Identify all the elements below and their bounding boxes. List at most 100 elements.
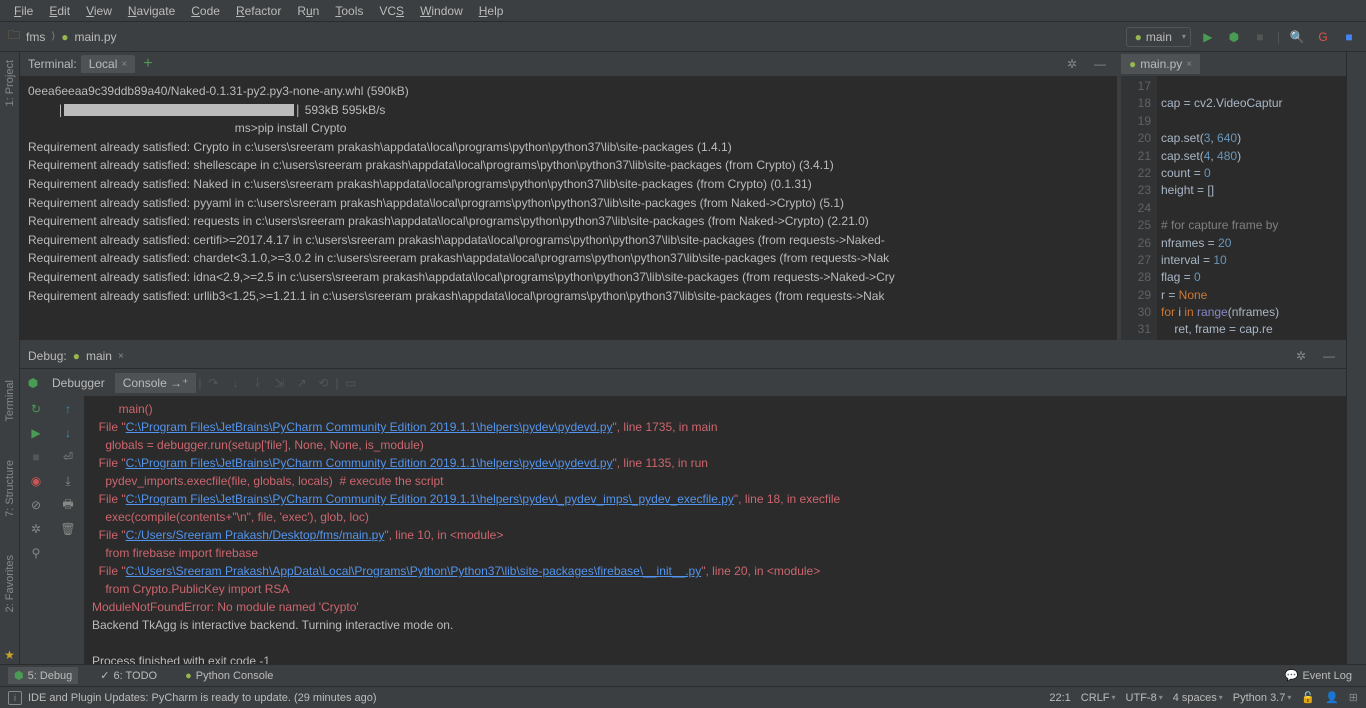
mute-breakpoints-icon[interactable]: ⊘ (27, 496, 45, 514)
force-step-icon[interactable]: ⇲ (270, 373, 290, 393)
menu-help[interactable]: Help (471, 2, 512, 20)
menu-file[interactable]: File (6, 2, 41, 20)
star-icon: ★ (1, 646, 19, 664)
chevron-right-icon: ⟩ (51, 31, 55, 42)
traceback-link[interactable]: C:/Users/Sreeram Prakash/Desktop/fms/mai… (126, 528, 385, 542)
breadcrumb: 🗀 fms ⟩ ● main.py (8, 26, 117, 47)
traceback-link[interactable]: C:\Program Files\JetBrains\PyCharm Commu… (126, 492, 734, 506)
search-web-icon[interactable]: G (1314, 28, 1332, 46)
hector-icon[interactable]: 👤 (1325, 691, 1339, 704)
debug-config-name: main (86, 349, 112, 363)
minimize-icon[interactable]: — (1320, 347, 1338, 365)
menu-edit[interactable]: Edit (41, 2, 78, 20)
stop-icon[interactable]: ■ (27, 448, 45, 466)
scroll-end-icon[interactable]: ⤓ (59, 472, 77, 490)
clear-icon[interactable]: 🗑 (59, 520, 77, 538)
left-tool-strip: 1: Project Terminal 7: Structure 2: Favo… (0, 52, 20, 664)
resume-icon[interactable]: ▶ (27, 424, 45, 442)
interpreter[interactable]: Python 3.7 ▾ (1233, 692, 1292, 704)
terminal-output[interactable]: 0eea6eeaa9c39ddb89a40/Naked-0.1.31-py2.p… (20, 76, 1117, 340)
folder-icon: 🗀 (8, 26, 20, 47)
breadcrumb-file[interactable]: main.py (75, 30, 117, 44)
close-icon[interactable]: × (121, 59, 127, 70)
step-over-icon[interactable]: ↷ (204, 373, 224, 393)
print-icon[interactable]: 🖶 (59, 496, 77, 514)
debug-button[interactable]: ⬢ (1225, 28, 1243, 46)
search-icon[interactable]: 🔍 (1288, 28, 1306, 46)
soft-wrap-icon[interactable]: ⏎ (59, 448, 77, 466)
traceback-link[interactable]: C:\Users\Sreeram Prakash\AppData\Local\P… (126, 564, 702, 578)
menu-bar: File Edit View Navigate Code Refactor Ru… (0, 0, 1366, 22)
up-stack-icon[interactable]: ↑ (59, 400, 77, 418)
close-icon[interactable]: × (1186, 59, 1192, 70)
step-out-icon[interactable]: ↗ (292, 373, 312, 393)
close-icon[interactable]: × (118, 351, 124, 362)
bug-icon[interactable]: ⬢ (24, 374, 42, 392)
traceback-link[interactable]: C:\Program Files\JetBrains\PyCharm Commu… (126, 420, 613, 434)
drop-frame-icon[interactable]: ⟲ (314, 373, 334, 393)
menu-refactor[interactable]: Refactor (228, 2, 289, 20)
stop-button[interactable]: ■ (1251, 28, 1269, 46)
encoding[interactable]: UTF-8 ▾ (1126, 692, 1163, 704)
add-terminal-button[interactable]: + (143, 55, 152, 73)
structure-tool-button[interactable]: 7: Structure (4, 456, 16, 521)
line-gutter: 17 18 19 20 21 22 23 24 25 26 27 28 29 3… (1121, 76, 1157, 340)
pin-icon[interactable]: ⚲ (27, 544, 45, 562)
help-icon[interactable]: ■ (1340, 28, 1358, 46)
line-separator[interactable]: CRLF ▾ (1081, 692, 1116, 704)
menu-view[interactable]: View (78, 2, 120, 20)
lock-icon[interactable]: 🔓 (1301, 691, 1315, 704)
run-button[interactable]: ▶ (1199, 28, 1217, 46)
editor-body[interactable]: 17 18 19 20 21 22 23 24 25 26 27 28 29 3… (1121, 76, 1346, 340)
bottom-tab-debug[interactable]: ⬢ 5: Debug (8, 667, 78, 684)
menu-vcs[interactable]: VCS (371, 2, 412, 20)
console-tab[interactable]: Console →⁺ (115, 373, 197, 393)
menu-code[interactable]: Code (183, 2, 228, 20)
favorites-tool-button[interactable]: 2: Favorites (4, 551, 16, 616)
python-icon: ● (1129, 57, 1136, 71)
debugger-tab[interactable]: Debugger (44, 373, 113, 393)
python-icon: ● (185, 670, 192, 682)
status-bar: i IDE and Plugin Updates: PyCharm is rea… (0, 686, 1366, 708)
info-icon[interactable]: i (8, 691, 22, 705)
minimize-icon[interactable]: — (1091, 55, 1109, 73)
menu-window[interactable]: Window (412, 2, 471, 20)
cursor-position[interactable]: 22:1 (1049, 692, 1070, 704)
status-message[interactable]: IDE and Plugin Updates: PyCharm is ready… (28, 692, 377, 704)
menu-run[interactable]: Run (289, 2, 327, 20)
menu-tools[interactable]: Tools (327, 2, 371, 20)
editor-tab-main[interactable]: ● main.py × (1121, 54, 1200, 74)
bottom-tool-bar: ⬢ 5: Debug ✓ 6: TODO ● Python Console 💬 … (0, 664, 1366, 686)
step-into-my-icon[interactable]: ⤓ (248, 373, 268, 393)
down-stack-icon[interactable]: ↓ (59, 424, 77, 442)
view-breakpoints-icon[interactable]: ◉ (27, 472, 45, 490)
bottom-tab-todo[interactable]: ✓ 6: TODO (94, 667, 163, 684)
run-config-label: main (1146, 30, 1172, 44)
toolbar: 🗀 fms ⟩ ● main.py ● main ▶ ⬢ ■ | 🔍 G ■ (0, 22, 1366, 52)
menu-navigate[interactable]: Navigate (120, 2, 183, 20)
gear-icon[interactable]: ✲ (1292, 347, 1310, 365)
terminal-tabs: Terminal: Local × + ✲ — (20, 52, 1117, 76)
debug-header: Debug: ● main × ✲ — (20, 344, 1346, 368)
todo-icon: ✓ (100, 669, 109, 682)
run-config-dropdown[interactable]: ● main (1126, 27, 1191, 47)
settings-icon[interactable]: ✲ (27, 520, 45, 538)
traceback-link[interactable]: C:\Program Files\JetBrains\PyCharm Commu… (126, 456, 613, 470)
console-actions: ↑ ↓ ⏎ ⤓ 🖶 🗑 (52, 396, 84, 664)
memory-icon[interactable]: ⊞ (1349, 691, 1358, 704)
editor-tab-label: main.py (1140, 57, 1182, 71)
step-into-icon[interactable]: ↓ (226, 373, 246, 393)
project-tool-button[interactable]: 1: Project (4, 56, 16, 110)
progress-bar (64, 104, 294, 116)
rerun-icon[interactable]: ↻ (27, 400, 45, 418)
indent[interactable]: 4 spaces ▾ (1173, 692, 1223, 704)
debug-console-output[interactable]: main() File "C:\Program Files\JetBrains\… (84, 396, 1346, 664)
terminal-tab-local[interactable]: Local × (81, 55, 136, 73)
breadcrumb-folder[interactable]: fms (26, 30, 45, 44)
code-area[interactable]: cap = cv2.VideoCaptur cap.set(3, 640) ca… (1157, 76, 1346, 340)
terminal-tool-button[interactable]: Terminal (4, 376, 16, 426)
bottom-tab-pyconsole[interactable]: ● Python Console (179, 668, 279, 684)
gear-icon[interactable]: ✲ (1063, 55, 1081, 73)
evaluate-icon[interactable]: ▭ (341, 373, 361, 393)
event-log-button[interactable]: 💬 Event Log (1279, 667, 1358, 684)
